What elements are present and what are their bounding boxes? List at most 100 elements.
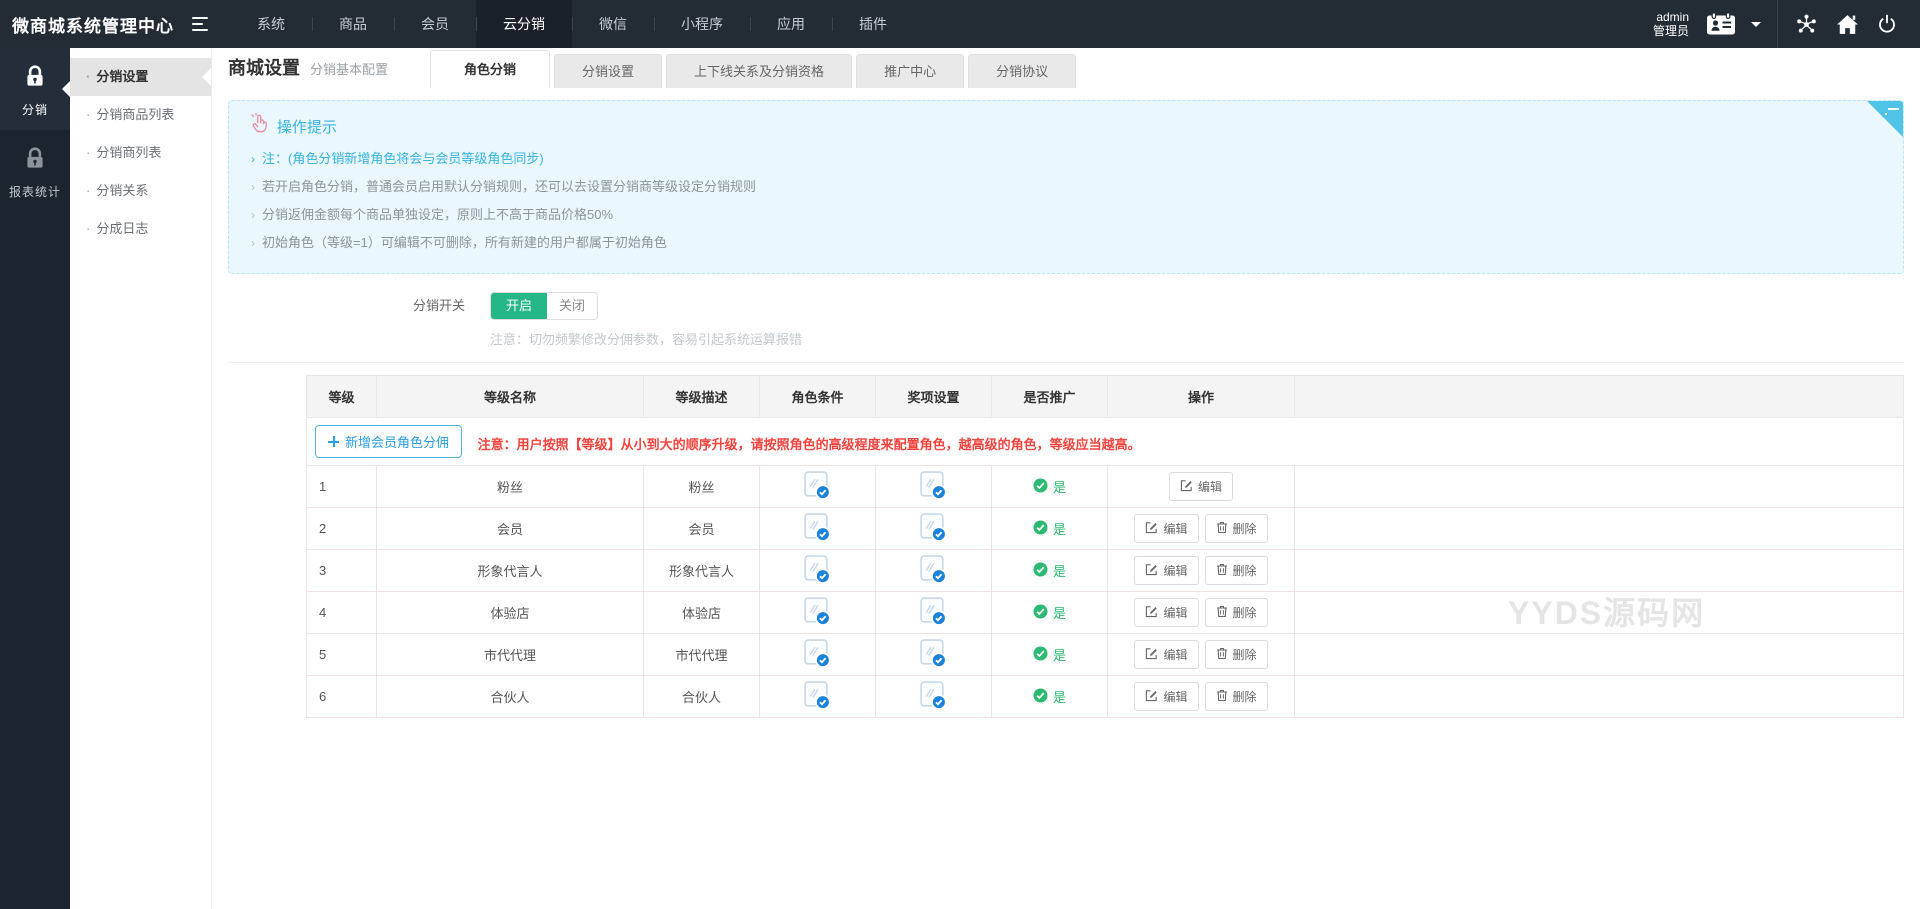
topbar-menu-item[interactable]: 应用 — [750, 0, 832, 48]
toggle-on-button[interactable]: 开启 — [491, 293, 548, 319]
add-role-button[interactable]: 新增会员角色分佣 — [315, 425, 463, 458]
delete-button[interactable]: 删除 — [1204, 682, 1268, 711]
sidebar-submenu: 分销设置分销商品列表分销商列表分销关系分成日志 — [70, 48, 212, 909]
collapse-menu-icon[interactable] — [192, 17, 210, 31]
reward-setting-icon[interactable] — [920, 680, 947, 710]
name-cell: 会员 — [376, 507, 644, 550]
submenu-item[interactable]: 分成日志 — [70, 210, 211, 248]
share-nodes-icon[interactable] — [1795, 13, 1818, 36]
topbar-menu-item[interactable]: 微信 — [572, 0, 654, 48]
promote-cell: 是 — [991, 549, 1108, 592]
promote-status: 是 — [1033, 561, 1066, 580]
delete-button[interactable]: 删除 — [1204, 556, 1268, 585]
level-cell: 6 — [306, 675, 377, 718]
topbar-menu-item[interactable]: 会员 — [394, 0, 476, 48]
reward-setting-icon[interactable] — [920, 554, 947, 584]
home-icon[interactable] — [1836, 14, 1859, 35]
level-cell: 2 — [306, 507, 377, 550]
topbar-menu-item[interactable]: 小程序 — [654, 0, 750, 48]
promote-cell: 是 — [991, 465, 1108, 508]
submenu-item[interactable]: 分销商品列表 — [70, 96, 211, 134]
tab[interactable]: 推广中心 — [856, 54, 965, 88]
ops-cell: 编辑 删除 — [1107, 549, 1295, 592]
notice-item: 初始角色（等级=1）可编辑不可删除，所有新建的用户都属于初始角色 — [249, 229, 1883, 257]
table-column-header: 角色条件 — [759, 375, 876, 418]
pencil-icon — [1145, 605, 1158, 621]
tab[interactable]: 上下线关系及分销资格 — [666, 54, 853, 88]
tab[interactable]: 分销设置 — [554, 54, 663, 88]
chevron-down-icon[interactable] — [1751, 21, 1761, 27]
profile-card-icon[interactable] — [1706, 12, 1736, 36]
ops-cell: 编辑 删除 — [1107, 591, 1295, 634]
ops-cell: 编辑 删除 — [1107, 633, 1295, 676]
edit-button[interactable]: 编辑 — [1134, 598, 1199, 627]
submenu-item[interactable]: 分销设置 — [70, 58, 211, 96]
hand-pointer-icon — [249, 113, 269, 139]
edit-label: 编辑 — [1197, 480, 1222, 494]
edit-button[interactable]: 编辑 — [1134, 514, 1199, 543]
notice-item: 分销返佣金额每个商品单独设定，原则上不高于商品价格50% — [249, 201, 1883, 229]
role-condition-icon[interactable] — [804, 638, 831, 668]
promote-status: 是 — [1033, 603, 1066, 622]
role-condition-icon[interactable] — [804, 470, 831, 500]
icon-cell — [875, 465, 992, 508]
topbar-right: admin 管理员 — [1653, 0, 1920, 48]
submenu-item[interactable]: 分销关系 — [70, 172, 211, 210]
delete-button[interactable]: 删除 — [1204, 640, 1268, 669]
icon-cell — [759, 633, 876, 676]
check-circle-icon — [1033, 520, 1048, 538]
reward-setting-icon[interactable] — [920, 596, 947, 626]
topbar-menu-item[interactable]: 云分销 — [476, 0, 572, 48]
table-column-header: 操作 — [1107, 375, 1295, 418]
name-cell: 市代代理 — [376, 633, 644, 676]
edit-button[interactable]: 编辑 — [1134, 640, 1199, 669]
promote-label: 是 — [1052, 564, 1066, 579]
sidebar-rail-item[interactable]: 分销 — [0, 48, 70, 130]
level-cell: 3 — [306, 549, 377, 592]
sidebar-rail-item[interactable]: 报表统计 — [0, 130, 70, 212]
topbar-menu-item[interactable]: 商品 — [312, 0, 394, 48]
table-row: 5 市代代理 市代代理是编辑 删除 — [306, 633, 1904, 676]
tab[interactable]: 分销协议 — [968, 54, 1077, 88]
reward-setting-icon[interactable] — [920, 638, 947, 668]
table-toolbar-row: 新增会员角色分佣 注意：用户按照【等级】从小到大的顺序升级，请按照角色的高级程度… — [306, 417, 1904, 466]
reward-setting-icon[interactable] — [920, 512, 947, 542]
edit-label: 编辑 — [1163, 522, 1188, 536]
edit-button[interactable]: 编辑 — [1134, 682, 1199, 711]
role-condition-icon[interactable] — [804, 596, 831, 626]
edit-button[interactable]: 编辑 — [1134, 556, 1199, 585]
toggle-off-button[interactable]: 关闭 — [547, 293, 597, 319]
name-cell: 粉丝 — [376, 465, 644, 508]
desc-cell: 形象代言人 — [643, 549, 760, 592]
delete-button[interactable]: 删除 — [1204, 598, 1268, 627]
ops-cell: 编辑 删除 — [1107, 507, 1295, 550]
submenu-item[interactable]: 分销商列表 — [70, 134, 211, 172]
pencil-icon — [1145, 689, 1158, 705]
notice-title-row: 操作提示 — [249, 113, 1883, 139]
tab[interactable]: 角色分销 — [430, 50, 551, 88]
role-condition-icon[interactable] — [804, 512, 831, 542]
roles-table: 等级 等级名称 等级描述 角色条件 奖项设置 是否推广 操作 新增会员角色分佣 注意：用户按… — [306, 375, 1904, 718]
notice-list: 注：(角色分销新增角色将会与会员等级角色同步)若开启角色分销，普通会员启用默认分… — [249, 145, 1883, 257]
check-circle-icon — [1033, 688, 1048, 706]
reward-setting-icon[interactable] — [920, 470, 947, 500]
content: 操作提示 注：(角色分销新增角色将会与会员等级角色同步)若开启角色分销，普通会员… — [212, 100, 1920, 718]
delete-label: 删除 — [1232, 564, 1257, 578]
check-circle-icon — [1033, 646, 1048, 664]
edit-button[interactable]: 编辑 — [1168, 472, 1233, 501]
icon-cell — [759, 507, 876, 550]
icon-cell — [875, 633, 992, 676]
role-condition-icon[interactable] — [804, 680, 831, 710]
page-subtitle: 分销基本配置 — [310, 62, 389, 77]
icon-cell — [875, 675, 992, 718]
promote-status: 是 — [1033, 687, 1066, 706]
table-row: 6 合伙人 合伙人是编辑 删除 — [306, 675, 1904, 718]
notice-collapse-fold[interactable] — [1867, 101, 1903, 137]
topbar-menu-item[interactable]: 插件 — [832, 0, 914, 48]
delete-button[interactable]: 删除 — [1204, 514, 1268, 543]
switch-label: 分销开关 — [413, 298, 466, 313]
role-condition-icon[interactable] — [804, 554, 831, 584]
promote-label: 是 — [1052, 522, 1066, 537]
power-icon[interactable] — [1877, 14, 1897, 34]
topbar-menu-item[interactable]: 系统 — [230, 0, 312, 48]
